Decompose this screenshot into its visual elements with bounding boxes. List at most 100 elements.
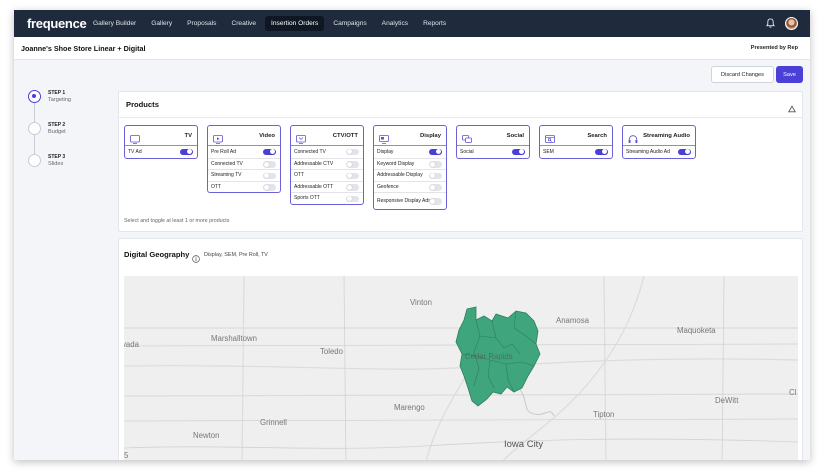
product-group-search: Search SEM [539, 125, 613, 159]
product-rows: Display Keyword Display Addressable Disp… [374, 146, 446, 209]
product-label: OTT [211, 183, 221, 190]
toggle-switch[interactable] [429, 161, 442, 168]
product-label: Addressable OTT [294, 183, 334, 190]
product-row-pre-roll-ad: Pre Roll Ad [208, 146, 280, 158]
search-window-icon [545, 131, 555, 143]
product-rows: Streaming Audio Ad [623, 146, 695, 158]
collapse-triangle-icon[interactable] [788, 100, 796, 113]
map-label-toledo: Toledo [320, 347, 343, 356]
product-label: OTT [294, 172, 304, 179]
product-group-header: Display [374, 126, 446, 146]
step-number: STEP 2 [48, 122, 66, 128]
product-row-addressable-ott: Addressable OTT [291, 180, 363, 193]
map-label-maquoketa: Maquoketa [677, 326, 716, 335]
title-bar: Joanne's Shoe Store Linear + Digital Pre… [14, 37, 810, 60]
nav-reports[interactable]: Reports [417, 16, 452, 31]
video-play-icon [213, 131, 223, 144]
map-background [124, 276, 798, 460]
map-label-marshalltown: Marshalltown [211, 334, 257, 343]
product-row-responsive-display-ads: Responsive Display Ads [374, 192, 446, 209]
product-label: Display [377, 148, 394, 155]
avatar[interactable] [785, 16, 798, 30]
toggle-switch[interactable] [346, 172, 359, 179]
step-connector [34, 135, 35, 154]
product-label: SEM [543, 148, 554, 155]
toggle-switch[interactable] [346, 184, 359, 191]
discard-changes-button[interactable]: Discard Changes [711, 66, 774, 83]
product-rows: Connected TV Addressable CTV OTT Address… [291, 146, 363, 204]
nav-creative[interactable]: Creative [225, 16, 262, 31]
product-label: Responsive Display Ads [377, 198, 431, 204]
product-label: Addressable Display [377, 172, 423, 179]
toggle-switch[interactable] [180, 148, 193, 155]
product-row-keyword-display: Keyword Display [374, 157, 446, 170]
nav-items: Gallery Builder Gallery Proposals Creati… [87, 16, 455, 31]
product-group-header: Search [540, 126, 612, 146]
toggle-switch[interactable] [512, 148, 525, 155]
step-number: STEP 3 [48, 154, 66, 160]
product-row-geofence: Geofence [374, 180, 446, 193]
toggle-switch[interactable] [346, 195, 359, 202]
geography-title: Digital Geography [124, 250, 190, 259]
map-label-5: 5 [124, 451, 129, 460]
info-icon[interactable] [192, 250, 200, 263]
toggle-switch[interactable] [263, 172, 276, 179]
product-row-display: Display [374, 146, 446, 158]
toggle-switch[interactable] [346, 161, 359, 168]
nav-insertion-orders[interactable]: Insertion Orders [265, 16, 325, 31]
toggle-switch[interactable] [263, 184, 276, 191]
nav-proposals[interactable]: Proposals [181, 16, 222, 31]
toggle-switch[interactable] [429, 198, 442, 205]
logo[interactable]: frequence [27, 16, 87, 31]
products-hint: Select and toggle at least 1 or more pro… [124, 218, 230, 224]
geography-map[interactable]: Vinton Anamosa Maquoketa vada Marshallto… [124, 276, 798, 460]
connected-tv-icon [296, 131, 306, 144]
product-group-title: CTV/OTT [332, 133, 358, 139]
map-label-newton: Newton [193, 431, 220, 440]
toggle-switch[interactable] [346, 148, 359, 155]
product-rows: TV Ad [125, 146, 197, 158]
product-label: Connected TV [294, 148, 326, 155]
product-group-title: Display [420, 133, 441, 139]
product-row-streaming-audio-ad: Streaming Audio Ad [623, 146, 695, 158]
product-group-ctv-ott: CTV/OTT Connected TV Addressable CTV OTT… [290, 125, 364, 205]
product-group-header: TV [125, 126, 197, 146]
product-row-sem: SEM [540, 146, 612, 158]
toggle-switch[interactable] [263, 161, 276, 168]
digital-geography-card: Digital Geography Display, SEM, Pre Roll… [118, 238, 803, 460]
social-chat-icon [462, 131, 472, 143]
step-label: Slides [48, 161, 64, 167]
save-button[interactable]: Save [776, 66, 803, 83]
step-label: Budget [48, 129, 66, 135]
product-group-header: Streaming Audio [623, 126, 695, 146]
products-title: Products [126, 100, 159, 109]
geography-selected-products: Display, SEM, Pre Roll, TV [204, 252, 268, 258]
map-label-dewitt: DeWitt [715, 396, 739, 405]
nav-gallery[interactable]: Gallery [145, 16, 178, 31]
product-group-video: Video Pre Roll Ad Connected TV Streaming… [207, 125, 281, 193]
bell-icon[interactable] [764, 16, 776, 30]
map-label-cl: Cl [789, 388, 797, 397]
headphones-icon [628, 131, 638, 143]
map-label-anamosa: Anamosa [556, 316, 589, 325]
map-label-tipton: Tipton [593, 410, 615, 419]
toggle-switch[interactable] [429, 172, 442, 179]
product-label: Connected TV [211, 160, 243, 167]
step-connector [34, 103, 35, 122]
product-rows: Pre Roll Ad Connected TV Streaming TV OT… [208, 146, 280, 192]
product-label: Keyword Display [377, 160, 415, 167]
toggle-switch[interactable] [595, 148, 608, 155]
nav-analytics[interactable]: Analytics [376, 16, 414, 31]
toggle-switch[interactable] [263, 148, 276, 155]
nav-campaigns[interactable]: Campaigns [327, 16, 372, 31]
toggle-switch[interactable] [678, 148, 691, 155]
toggle-switch[interactable] [429, 148, 442, 155]
map-label-grinnell: Grinnell [260, 418, 287, 427]
product-group-title: Social [506, 133, 524, 139]
product-rows: Social [457, 146, 529, 158]
product-label: TV Ad [128, 148, 142, 155]
divider [119, 117, 802, 118]
map-label-marengo: Marengo [394, 403, 425, 412]
nav-gallery-builder[interactable]: Gallery Builder [87, 16, 142, 31]
toggle-switch[interactable] [429, 184, 442, 191]
